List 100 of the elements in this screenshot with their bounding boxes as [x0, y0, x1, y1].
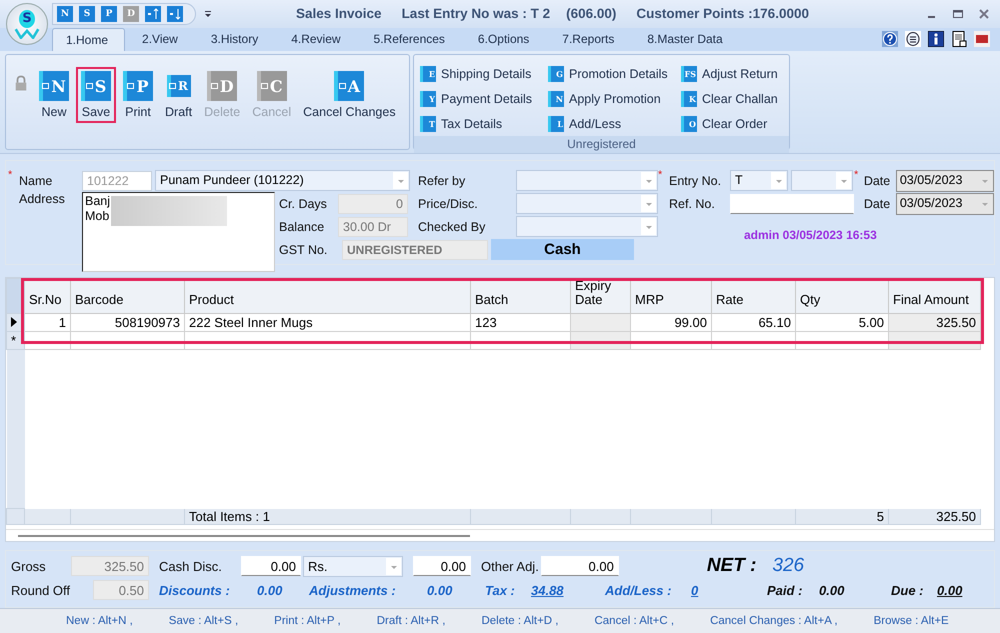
- table-cell: 123: [470, 314, 570, 332]
- entry-prefix-combo[interactable]: T: [730, 170, 788, 192]
- credit-days-field[interactable]: 0: [338, 194, 408, 214]
- tax-link[interactable]: 34.88: [531, 582, 603, 598]
- quick-access-button[interactable]: P: [101, 6, 117, 22]
- shortcut-hint: Print : Alt+P ,: [274, 615, 341, 628]
- field-label: Date: [864, 174, 892, 188]
- column-header[interactable]: Batch: [470, 278, 570, 314]
- field-label: Round Off: [11, 582, 72, 598]
- column-header[interactable]: Product: [184, 278, 470, 314]
- column-header[interactable]: Rate: [712, 278, 796, 314]
- due-label: Due :: [891, 582, 924, 598]
- shortcut-hint: Cancel : Alt+C ,: [594, 615, 674, 628]
- field-label: Address: [19, 192, 66, 206]
- field-label: Name: [19, 174, 54, 188]
- date-picker[interactable]: 03/05/2023: [896, 192, 994, 215]
- info-icon[interactable]: [928, 31, 944, 48]
- exit-icon[interactable]: [974, 31, 990, 48]
- ribbon-link[interactable]: N Apply Promotion: [548, 86, 681, 112]
- add-less-link[interactable]: 0: [691, 582, 765, 598]
- due-link[interactable]: 0.00: [937, 582, 962, 598]
- required-mark: *: [8, 169, 14, 182]
- ribbon-link[interactable]: E Shipping Details: [420, 61, 548, 86]
- disc-value-field[interactable]: 0.00: [413, 556, 471, 576]
- app-logo[interactable]: S: [6, 3, 48, 45]
- column-header[interactable]: Expiry Date: [570, 278, 630, 314]
- move-down-icon[interactable]: [167, 6, 183, 22]
- shortcut-hint: Draft : Alt+R ,: [376, 615, 446, 628]
- field-label: Refer by: [418, 174, 466, 188]
- window-title: Sales Invoice: [296, 6, 382, 22]
- close-icon[interactable]: [978, 8, 990, 20]
- ribbon-tab[interactable]: 7.Reports: [549, 28, 630, 52]
- cash-disc-field[interactable]: 0.00: [241, 556, 301, 576]
- customer-combo[interactable]: Punam Pundeer (101222): [155, 170, 410, 192]
- ribbon-tab[interactable]: 5.References: [360, 28, 461, 52]
- paid-label: Paid :: [767, 582, 804, 598]
- other-adj-field[interactable]: 0.00: [540, 556, 619, 576]
- net-label: NET :: [706, 555, 756, 578]
- ribbon-link[interactable]: L Add/Less: [548, 111, 681, 136]
- total-qty: 5: [796, 508, 888, 525]
- last-entry-amount: (606.00): [566, 6, 616, 22]
- ribbon-tab[interactable]: 3.History: [198, 28, 274, 52]
- current-row-icon: [11, 317, 17, 328]
- total-items: Total Items : 1: [184, 508, 470, 525]
- field-label: Balance: [279, 220, 326, 234]
- table-cell: 65.10: [712, 314, 796, 332]
- last-entry-text: Last Entry No was : T 2: [402, 6, 550, 22]
- ribbon-button[interactable]: R Draft: [160, 67, 198, 124]
- logo-wings-icon: [14, 28, 40, 38]
- adjustments-value: 0.00: [427, 582, 454, 598]
- column-header[interactable]: Barcode: [70, 278, 184, 314]
- maximize-icon[interactable]: [952, 8, 964, 20]
- customize-icon[interactable]: [204, 8, 212, 19]
- field-label: Cr. Days: [279, 196, 328, 211]
- balance-field[interactable]: 30.00 Dr: [338, 216, 408, 237]
- quick-access-button[interactable]: S: [79, 6, 95, 22]
- payment-mode-button[interactable]: Cash: [491, 239, 634, 260]
- move-up-icon[interactable]: [145, 6, 161, 22]
- ribbon-tab[interactable]: 1.Home: [52, 28, 126, 52]
- ref-no-field[interactable]: [730, 194, 854, 214]
- ribbon-tab[interactable]: 4.Review: [278, 28, 357, 52]
- column-header[interactable]: MRP: [630, 278, 712, 314]
- ribbon-button[interactable]: P Print: [118, 67, 158, 124]
- address-field[interactable]: Banj Mob: [82, 192, 275, 272]
- checked-by-combo[interactable]: [516, 216, 658, 238]
- date-picker[interactable]: 03/05/2023: [896, 170, 994, 192]
- table-cell: 1: [24, 314, 70, 332]
- discounts-value: 0.00: [257, 582, 284, 598]
- tax-label: Tax :: [485, 582, 516, 598]
- gst-field[interactable]: UNREGISTERED: [342, 240, 488, 260]
- database-icon[interactable]: [905, 31, 921, 48]
- ribbon-tab[interactable]: 8.Master Data: [634, 28, 739, 52]
- gross-field[interactable]: 325.50: [71, 556, 149, 576]
- field-label: Cash Disc.: [159, 558, 223, 574]
- ribbon-tab[interactable]: 6.Options: [464, 28, 546, 52]
- ribbon-link[interactable]: G Promotion Details: [548, 61, 681, 86]
- ribbon-button[interactable]: N New: [34, 67, 74, 124]
- field-label: Entry No.: [669, 174, 722, 188]
- column-header[interactable]: Qty: [796, 278, 888, 314]
- ribbon-link[interactable]: K Clear Challan: [681, 86, 791, 112]
- total-amount: 325.50: [888, 508, 980, 525]
- ribbon-link[interactable]: Y Payment Details: [420, 86, 548, 112]
- field-label: Gross: [11, 558, 47, 574]
- round-off-field[interactable]: 0.50: [93, 580, 149, 600]
- ribbon-link[interactable]: O Clear Order: [681, 111, 791, 136]
- disc-unit-combo[interactable]: Rs.: [303, 556, 403, 577]
- scrollbar-thumb[interactable]: [18, 535, 470, 538]
- field-label: Checked By: [418, 220, 486, 234]
- field-label: Ref. No.: [669, 196, 716, 211]
- column-header[interactable]: Final Amount: [888, 278, 980, 314]
- help-icon[interactable]: [882, 31, 898, 48]
- lock-icon[interactable]: [14, 75, 28, 92]
- ribbon-button[interactable]: S Save: [76, 67, 116, 124]
- document-icon[interactable]: [951, 31, 967, 48]
- ribbon-link[interactable]: FS Adjust Return: [681, 61, 791, 86]
- login-stamp-label: admin 03/05/2023 16:53: [744, 228, 877, 244]
- ribbon-link[interactable]: T Tax Details: [420, 111, 548, 136]
- quick-access-button[interactable]: N: [57, 6, 73, 22]
- ribbon-button[interactable]: A Cancel Changes: [298, 67, 401, 124]
- ribbon-tab[interactable]: 2.View: [129, 28, 194, 52]
